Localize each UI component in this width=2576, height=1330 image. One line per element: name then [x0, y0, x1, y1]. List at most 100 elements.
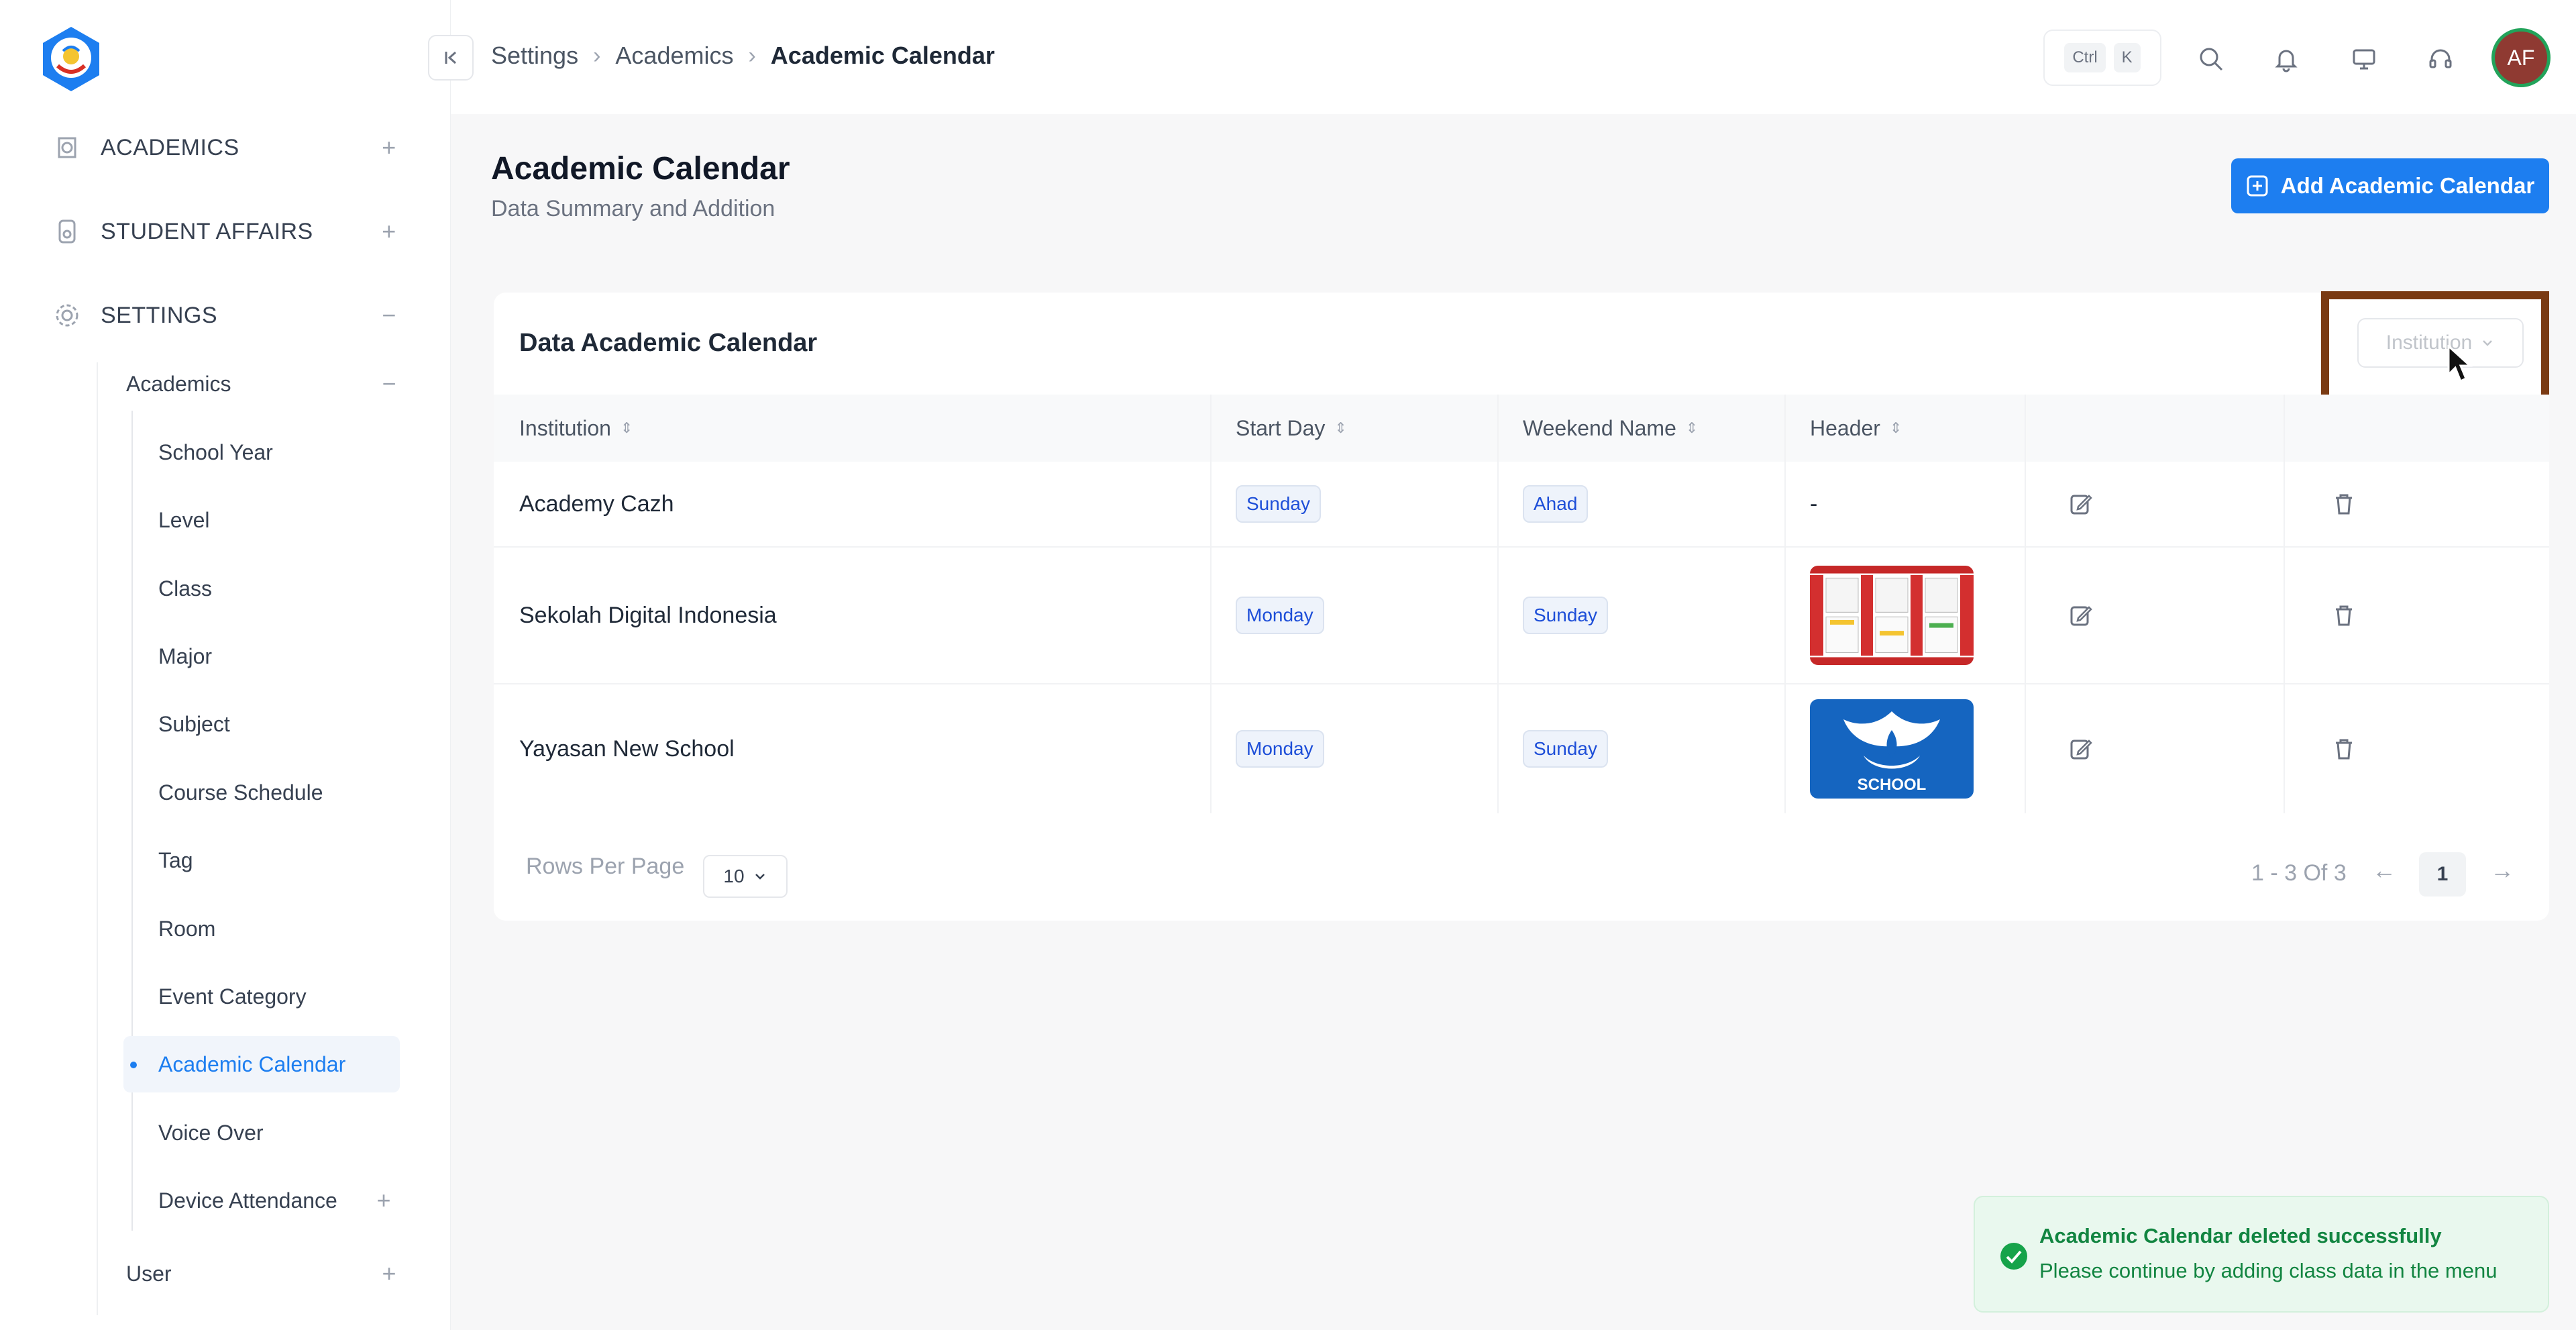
table-row: Sekolah Digital Indonesia Monday Sunday [494, 548, 2549, 684]
active-indicator-dot [130, 1062, 137, 1068]
sub-group-user[interactable]: User + [126, 1249, 402, 1298]
school-logo-image[interactable]: SCHOOL [1810, 699, 1974, 799]
app-logo[interactable] [36, 24, 106, 94]
sidebar-item-tag[interactable]: Tag [123, 832, 400, 888]
column-header-label: Start Day [1236, 415, 1326, 440]
expand-toggle[interactable]: + [376, 1260, 402, 1288]
sub-group-label: User [126, 1261, 172, 1286]
cell-institution: Academy Cazh [519, 491, 674, 517]
sidebar-item-device-attendance[interactable]: Device Attendance + [123, 1172, 400, 1229]
add-button-label: Add Academic Calendar [2280, 173, 2535, 198]
column-header-weekend-name[interactable]: Weekend Name ⇕ [1523, 395, 1698, 462]
sort-icon: ⇕ [1685, 419, 1699, 436]
weekend-name-badge: Sunday [1523, 730, 1608, 768]
student-affairs-icon [40, 217, 94, 246]
nav-group-academics[interactable]: ACADEMICS + [40, 121, 402, 174]
headset-icon[interactable] [2422, 40, 2459, 78]
sidebar-item-label: Voice Over [158, 1120, 264, 1145]
sidebar-item-label: Room [158, 916, 216, 941]
cell-header-empty: - [1810, 491, 1818, 517]
nav-group-label: SETTINGS [101, 302, 218, 328]
nav-group-student-affairs[interactable]: STUDENT AFFAIRS + [40, 205, 402, 258]
tree-guide-line [97, 362, 98, 1315]
sidebar-item-label: Class [158, 576, 213, 601]
breadcrumb-item-academics[interactable]: Academics [615, 42, 733, 70]
trash-icon[interactable] [2330, 548, 2357, 683]
table-header: Institution ⇕ Start Day ⇕ Weekend Name ⇕ He… [494, 395, 2549, 462]
add-academic-calendar-button[interactable]: Add Academic Calendar [2231, 158, 2549, 213]
pagination-info: 1 - 3 Of 3 [2251, 860, 2347, 886]
chevron-down-icon [755, 874, 765, 880]
trash-icon[interactable] [2330, 462, 2357, 546]
sidebar-item-voice-over[interactable]: Voice Over [123, 1105, 400, 1161]
rows-per-page-label: Rows Per Page [526, 854, 685, 879]
sidebar-item-label: Tag [158, 848, 193, 872]
sort-icon: ⇕ [620, 419, 633, 436]
sidebar-item-label: Event Category [158, 984, 307, 1009]
rows-per-page-select[interactable]: 10 [703, 855, 788, 898]
card-title: Data Academic Calendar [519, 329, 818, 357]
weekend-name-badge: Ahad [1523, 485, 1589, 523]
sidebar-item-label: Subject [158, 711, 230, 736]
sidebar-item-event-category[interactable]: Event Category [123, 968, 400, 1025]
success-toast[interactable]: Academic Calendar deleted successfully P… [1974, 1196, 2549, 1313]
gear-icon [40, 301, 94, 330]
sub-group-label: Academics [126, 371, 231, 396]
column-header-header[interactable]: Header ⇕ [1810, 395, 1902, 462]
user-avatar[interactable]: AF [2491, 28, 2551, 87]
edit-icon[interactable] [2068, 684, 2094, 813]
column-header-label: Institution [519, 415, 611, 440]
sidebar-item-subject[interactable]: Subject [123, 696, 400, 752]
command-palette-shortcut[interactable]: Ctrl K [2043, 30, 2161, 86]
column-header-institution[interactable]: Institution ⇕ [519, 395, 633, 462]
sidebar-collapse-button[interactable] [428, 35, 474, 81]
trash-icon[interactable] [2330, 684, 2357, 813]
sidebar-item-course-schedule[interactable]: Course Schedule [123, 764, 400, 821]
start-day-badge: Monday [1236, 597, 1324, 634]
sidebar-item-major[interactable]: Major [123, 628, 400, 684]
collapse-left-icon [445, 51, 456, 64]
sidebar: ACADEMICS + STUDENT AFFAIRS + SETTINGS −… [0, 0, 451, 1330]
start-day-badge: Monday [1236, 730, 1324, 768]
weekend-name-badge: Sunday [1523, 597, 1608, 634]
calendar-header-image[interactable] [1810, 566, 1974, 665]
sidebar-item-label: School Year [158, 440, 273, 464]
table-row: Yayasan New School Monday Sunday SCHOOL [494, 684, 2549, 813]
next-page-arrow-icon[interactable]: → [2490, 856, 2514, 884]
sort-icon: ⇕ [1334, 419, 1347, 436]
nav-group-label: ACADEMICS [101, 134, 239, 160]
page-button-current[interactable]: 1 [2419, 852, 2466, 897]
toast-message: Please continue by adding class data in … [2039, 1259, 2498, 1282]
bell-icon[interactable] [2267, 40, 2305, 78]
sidebar-item-label: Major [158, 644, 213, 668]
monitor-icon[interactable] [2345, 40, 2383, 78]
sidebar-item-school-year[interactable]: School Year [123, 424, 400, 480]
sidebar-item-class[interactable]: Class [123, 560, 400, 617]
nav-group-settings[interactable]: SETTINGS − [40, 289, 402, 342]
prev-page-arrow-icon[interactable]: ← [2372, 856, 2396, 884]
expand-toggle[interactable]: + [376, 134, 402, 162]
toast-title: Academic Calendar deleted successfully [2039, 1224, 2442, 1247]
breadcrumb-item-current: Academic Calendar [770, 42, 995, 69]
edit-icon[interactable] [2068, 462, 2094, 546]
expand-toggle[interactable]: + [376, 217, 402, 246]
page-subtitle: Data Summary and Addition [491, 196, 775, 221]
sidebar-item-label: Academic Calendar [158, 1052, 346, 1076]
kbd-ctrl: Ctrl [2064, 43, 2106, 72]
collapse-toggle[interactable]: − [376, 370, 402, 398]
sort-icon: ⇕ [1889, 419, 1902, 436]
search-icon[interactable] [2192, 40, 2230, 78]
start-day-badge: Sunday [1236, 485, 1321, 523]
chevron-right-icon: › [593, 42, 601, 68]
edit-icon[interactable] [2068, 548, 2094, 683]
column-header-start-day[interactable]: Start Day ⇕ [1236, 395, 1347, 462]
sidebar-item-level[interactable]: Level [123, 492, 400, 548]
breadcrumb: Settings › Academics › Academic Calendar [491, 42, 995, 70]
column-header-label: Header [1810, 415, 1880, 440]
expand-toggle[interactable]: + [370, 1186, 397, 1215]
sidebar-item-room[interactable]: Room [123, 901, 400, 957]
collapse-toggle[interactable]: − [376, 301, 402, 329]
sidebar-item-academic-calendar[interactable]: Academic Calendar [123, 1036, 400, 1092]
breadcrumb-item-settings[interactable]: Settings [491, 42, 578, 70]
sub-group-academics[interactable]: Academics − [126, 360, 402, 408]
